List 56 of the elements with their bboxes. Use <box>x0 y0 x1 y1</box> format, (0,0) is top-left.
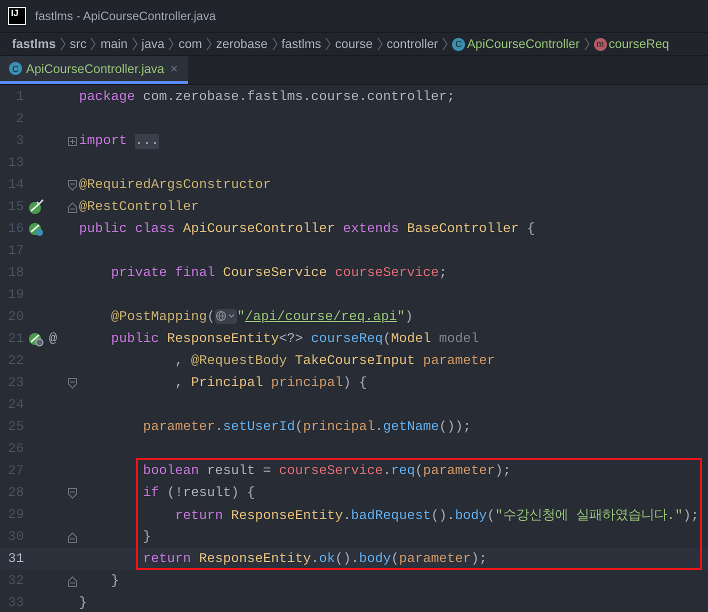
expand-fold-icon[interactable] <box>68 136 76 146</box>
code-line: @PostMapping( "/api/course/req.api") <box>110 308 413 325</box>
breadcrumb-item[interactable]: controller <box>386 37 438 51</box>
breadcrumb-item[interactable]: courseReq <box>608 37 670 51</box>
code-line: public class ApiCourseController extends BaseController { <box>79 222 535 236</box>
breadcrumb-item[interactable]: zerobase <box>216 37 268 51</box>
code-line: if (!result) { <box>142 486 255 500</box>
code-line: , @RequestBody TakeCourseInput parameter <box>174 354 495 368</box>
code-line: } <box>79 596 87 610</box>
breadcrumb-item[interactable]: main <box>100 37 128 51</box>
chevron-icon <box>132 37 138 51</box>
code-line: return ResponseEntity.badRequest().body("수강신청에 실패하였습니다."); <box>174 508 699 524</box>
bean-icon[interactable] <box>28 221 44 237</box>
chevron-icon <box>90 37 96 51</box>
code-line: package com.zerobase.fastlms.course.controller; <box>79 90 455 104</box>
code-line: } <box>142 530 151 544</box>
code-line: return ResponseEntity.ok().body(parameter); <box>142 552 487 566</box>
type-badge: m <box>594 38 607 50</box>
breadcrumb-item[interactable]: com <box>178 37 202 51</box>
code-line: @RestController <box>79 200 199 214</box>
window-title: fastlms - ApiCourseController.java <box>35 9 216 23</box>
fold-end-icon[interactable] <box>68 202 76 212</box>
fold-end-icon[interactable] <box>68 532 76 542</box>
code-line: boolean result = courseService.req(parameter); <box>142 464 511 478</box>
chevron-icon <box>168 37 174 51</box>
code-line: } <box>110 574 119 588</box>
breadcrumb-item[interactable]: fastlms <box>282 37 322 51</box>
fold-start-icon[interactable] <box>68 180 76 190</box>
chevron-icon <box>376 37 383 51</box>
code-line: public ResponseEntity<?> courseReq(Model model <box>110 332 479 346</box>
breadcrumb-item[interactable]: course <box>335 37 373 51</box>
breadcrumb-item[interactable]: fastlms <box>12 37 56 51</box>
code-line: parameter.setUserId(principal.getName()); <box>142 420 471 434</box>
fold-end-icon[interactable] <box>68 576 76 586</box>
chevron-icon <box>272 37 278 51</box>
code-line: , Principal principal) { <box>174 376 367 390</box>
code-line: @RequiredArgsConstructor <box>79 178 271 192</box>
breadcrumb-item[interactable]: src <box>70 37 86 51</box>
breadcrumb-item[interactable]: ApiCourseController <box>467 37 580 51</box>
fold-start-icon[interactable] <box>68 488 76 498</box>
fold-start-icon[interactable] <box>68 378 76 388</box>
code-line: import ... <box>79 134 159 148</box>
code-line: private final CourseService courseService; <box>110 266 447 280</box>
app-logo: IJ <box>8 7 26 25</box>
chevron-icon <box>442 37 448 51</box>
chevron-icon <box>60 37 66 51</box>
line-number: 31 <box>7 552 24 566</box>
type-badge: C <box>452 38 466 50</box>
file-tab[interactable]: C ApiCourseController.java × <box>0 56 188 84</box>
breadcrumb-item[interactable]: java <box>142 37 164 51</box>
globe-bean-icon[interactable] <box>28 331 44 347</box>
chevron-icon <box>584 37 590 51</box>
chevron-icon <box>206 37 212 51</box>
chevron-icon <box>325 37 332 51</box>
gutter-marker[interactable]: @ <box>49 332 57 346</box>
bean-check-icon[interactable] <box>28 199 44 215</box>
